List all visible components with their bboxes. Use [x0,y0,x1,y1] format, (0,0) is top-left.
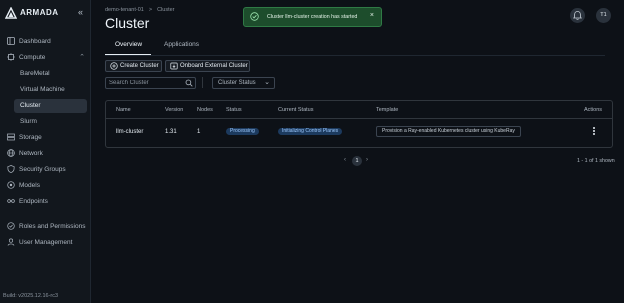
sidebar-item-label: Storage [19,134,42,141]
page-number-button[interactable]: 1 [352,156,362,166]
column-header-name: Name [116,107,131,113]
breadcrumb-separator: > [148,7,153,13]
sidebar-item-compute[interactable]: Compute ⌃ [0,51,90,65]
check-circle-icon [250,12,259,21]
sidebar-item-label: Slurm [20,118,37,125]
sidebar-item-label: Network [19,150,43,157]
onboard-icon [170,62,178,70]
breadcrumb-tenant[interactable]: demo-tenant-01 [105,7,144,13]
search-cluster-field [105,77,196,89]
compute-icon [7,53,15,61]
row-actions-kebab-icon[interactable] [592,126,596,138]
active-tab-indicator [105,54,151,55]
page-title: Cluster [105,15,150,31]
build-version: Build: v2025.12.16-rc3 [3,293,59,299]
chevron-down-icon: ⌄ [264,79,270,86]
sidebar-item-label: BareMetal [20,70,50,77]
onboard-external-cluster-button[interactable]: Onboard External Cluster [165,60,250,72]
tab-overview[interactable]: Overview [115,41,142,48]
chevron-up-icon: ⌃ [79,54,85,61]
notifications-button[interactable] [570,8,585,23]
template-label: Provision a Ray-enabled Kubernetes clust… [376,126,521,137]
previous-page-icon[interactable]: ‹ [344,157,346,163]
next-page-icon[interactable]: › [366,157,368,163]
sidebar-item-label: User Management [19,239,73,246]
sidebar-item-endpoints[interactable]: Endpoints [0,195,90,209]
sidebar-item-label: Roles and Permissions [19,223,86,230]
create-cluster-button[interactable]: Create Cluster [105,60,162,72]
cell-version: 1.31 [165,129,177,135]
column-header-template: Template [376,107,399,113]
sidebar-item-cluster[interactable]: Cluster [14,99,87,113]
cell-nodes: 1 [197,129,201,135]
sidebar-item-storage[interactable]: Storage [0,131,90,145]
toolbar-divider [202,77,203,88]
tabs: Overview Applications [105,38,605,56]
endpoints-icon [7,199,15,203]
brand: ARMADA « [5,7,87,19]
cell-name[interactable]: llm-cluster [116,129,143,135]
user-icon [7,238,15,246]
storage-icon [7,133,15,141]
sidebar-item-label: Compute [19,54,46,61]
sidebar-item-label: Models [19,182,40,189]
toast-message: Cluster llm-cluster creation has started [267,14,358,20]
dashboard-icon [7,37,15,45]
sidebar-item-baremetal[interactable]: BareMetal [0,67,90,81]
close-icon[interactable]: × [370,12,374,19]
breadcrumb-current: Cluster [157,7,175,13]
search-input[interactable] [108,78,181,88]
collapse-sidebar-icon[interactable]: « [78,7,83,17]
sidebar-item-label: Security Groups [19,166,66,173]
current-status-badge: Initializing Control Planes [278,128,343,135]
onboard-external-cluster-label: Onboard External Cluster [180,62,248,69]
status-badge: Processing [226,128,259,135]
rows-shown-count: 1 - 1 of 1 shown [577,158,615,164]
bell-icon [573,11,582,20]
sidebar-item-user-management[interactable]: User Management [0,236,90,250]
breadcrumb: demo-tenant-01 > Cluster [105,7,174,13]
models-icon [7,181,15,189]
avatar[interactable]: T1 [596,8,611,23]
sidebar-item-label: Cluster [20,102,41,109]
cluster-status-select[interactable]: Cluster Status ⌄ [212,77,275,89]
search-icon[interactable] [185,79,193,87]
column-header-current-status: Current Status [278,107,314,113]
sidebar: ARMADA « Dashboard Compute ⌃ BareMetal V… [0,0,91,303]
sidebar-item-models[interactable]: Models [0,179,90,193]
column-header-version: Version [165,107,184,113]
main-content: demo-tenant-01 > Cluster Cluster Cluster l… [91,0,624,303]
network-icon [7,149,15,157]
armada-logo-icon [5,7,17,19]
sidebar-item-security-groups[interactable]: Security Groups [0,163,90,177]
sidebar-item-label: Dashboard [19,38,51,45]
shield-icon [7,165,15,173]
sidebar-item-dashboard[interactable]: Dashboard [0,35,90,49]
sidebar-item-virtual-machine[interactable]: Virtual Machine [0,83,90,97]
sidebar-item-slurm[interactable]: Slurm [0,115,90,129]
plus-circle-icon [110,62,118,70]
table-header: Name Version Nodes Status Current Status… [106,101,612,119]
cluster-status-label: Cluster Status [218,79,256,86]
column-header-actions: Actions [584,107,603,113]
table-row[interactable]: llm-cluster 1.31 1 Processing Initializi… [106,119,612,146]
create-cluster-label: Create Cluster [120,62,159,69]
success-toast: Cluster llm-cluster creation has started… [243,7,382,27]
column-header-status: Status [226,107,242,113]
sidebar-item-label: Endpoints [19,198,48,205]
roles-icon [7,222,15,230]
column-header-nodes: Nodes [197,107,213,113]
brand-name: ARMADA [20,8,59,17]
sidebar-nav: Dashboard Compute ⌃ BareMetal Virtual Ma… [0,35,90,252]
sidebar-item-network[interactable]: Network [0,147,90,161]
tab-applications[interactable]: Applications [164,41,199,48]
sidebar-item-roles-and-permissions[interactable]: Roles and Permissions [0,220,90,234]
cluster-table: Name Version Nodes Status Current Status… [105,100,613,148]
sidebar-item-label: Virtual Machine [20,86,65,93]
